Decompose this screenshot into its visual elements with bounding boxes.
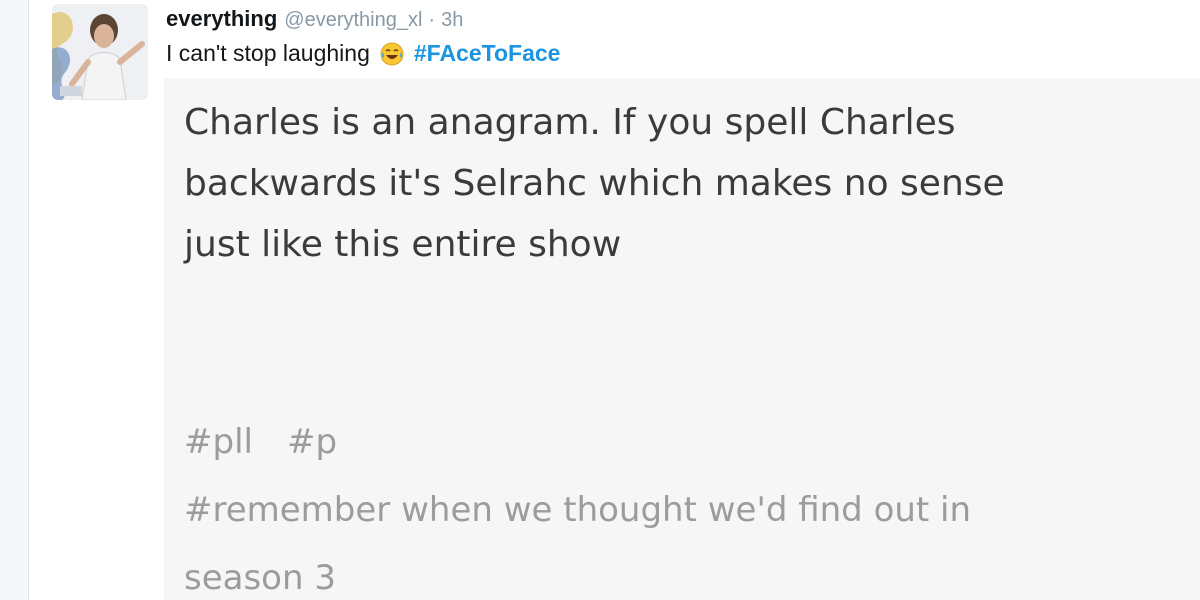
user-handle[interactable]: @everything_xl [284, 9, 422, 32]
tweet-image[interactable]: Charles is an anagram. If you spell Char… [164, 78, 1200, 600]
avatar[interactable] [52, 4, 148, 100]
face-with-tears-of-joy-icon [380, 42, 404, 66]
image-text-block: Charles is an anagram. If you spell Char… [184, 92, 1005, 275]
tweet-header: everything @everything_xl · 3h [166, 6, 463, 36]
image-tags-block: #pll #p #remember when we thought we'd fi… [184, 408, 971, 600]
image-tag-row: season 3 [184, 558, 336, 598]
image-tag-row: #pll #p [184, 408, 971, 476]
image-tag-row: #remember when we thought we'd find out … [184, 490, 972, 530]
image-text-line: backwards it's Selrahc which makes no se… [184, 163, 1005, 204]
hashtag-link[interactable]: #FAceToFace [414, 40, 561, 67]
separator-dot: · [428, 9, 436, 31]
image-tag: #pll [184, 422, 253, 462]
display-name[interactable]: everything [166, 6, 277, 32]
avatar-image [52, 4, 148, 100]
image-tag: #p [286, 422, 338, 462]
page: everything @everything_xl · 3h I can't s… [0, 0, 1200, 600]
tweet-body: I can't stop laughing [166, 40, 370, 66]
image-text-line: just like this entire show [184, 224, 622, 265]
image-text-line: Charles is an anagram. If you spell Char… [184, 102, 956, 143]
timestamp[interactable]: 3h [441, 9, 463, 32]
tweet-text: I can't stop laughing #FAceToFace [166, 40, 560, 67]
